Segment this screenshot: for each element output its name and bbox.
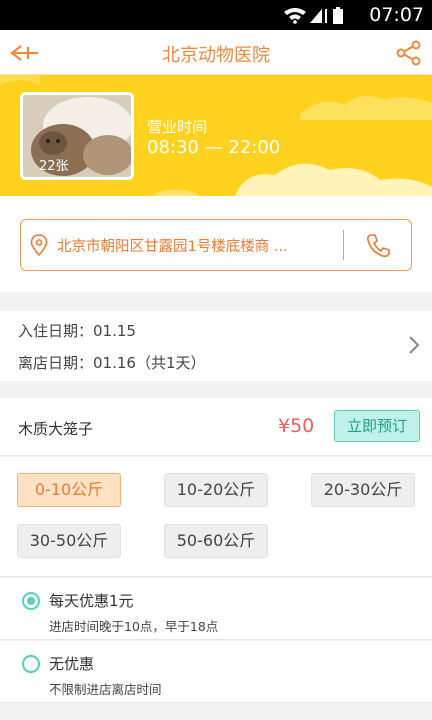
discount-title: 每天优惠1元 (49, 592, 134, 610)
address-divider (343, 230, 344, 260)
stay-dates[interactable]: 入住日期：01.15 离店日期：01.16（共1天） (0, 311, 432, 381)
discount-desc: 不限制进店离店时间 (49, 682, 162, 697)
weight-chip-10-20[interactable]: 10-20公斤 (164, 473, 268, 507)
page-title: 北京动物医院 (162, 45, 270, 66)
cage-price: ¥50 (278, 415, 315, 437)
hours-value: 08:30 — 22:00 (147, 137, 281, 158)
weight-chip-0-10[interactable]: 0-10公斤 (17, 473, 121, 507)
photo-count: 22张 (39, 159, 69, 174)
book-now-button[interactable]: 立即预订 (334, 410, 420, 442)
radio-selected[interactable] (22, 592, 40, 610)
discount-title: 无优惠 (49, 655, 95, 673)
share-icon[interactable] (394, 38, 424, 68)
address-section: 北京市朝阳区甘露园1号楼底楼商 ... (0, 196, 432, 292)
clock: 07:07 (369, 4, 424, 26)
address-text: 北京市朝阳区甘露园1号楼底楼商 ... (57, 239, 288, 255)
status-icons (284, 7, 343, 24)
radio-unselected[interactable] (22, 655, 40, 673)
discount-option-daily[interactable]: 每天优惠1元 进店时间晚于10点，早于18点 (0, 578, 432, 640)
discount-option-none[interactable]: 无优惠 不限制进店离店时间 (0, 641, 432, 703)
chevron-right-icon (409, 336, 420, 354)
discount-desc: 进店时间晚于10点，早于18点 (49, 619, 219, 634)
location-pin-icon (30, 234, 48, 256)
address-box[interactable]: 北京市朝阳区甘露园1号楼底楼商 ... (20, 219, 412, 271)
checkout-date: 离店日期：01.16（共1天） (18, 354, 206, 372)
cage-row: 木质大笼子 ¥50 立即预订 (0, 398, 432, 456)
hours-label: 营业时间 (147, 118, 208, 136)
cage-name: 木质大笼子 (18, 420, 94, 438)
weight-chip-30-50[interactable]: 30-50公斤 (17, 524, 121, 558)
weight-options: 0-10公斤 10-20公斤 20-30公斤 30-50公斤 50-60公斤 (0, 457, 432, 577)
weight-chip-50-60[interactable]: 50-60公斤 (164, 524, 268, 558)
checkin-date: 入住日期：01.15 (18, 322, 136, 340)
store-photo[interactable]: 22张 (20, 92, 134, 180)
weight-chip-20-30[interactable]: 20-30公斤 (311, 473, 415, 507)
store-banner: 22张 营业时间 08:30 — 22:00 (0, 75, 432, 196)
phone-icon[interactable] (365, 232, 391, 258)
status-bar: 07:07 (0, 0, 432, 30)
nav-bar: 北京动物医院 (0, 30, 432, 75)
